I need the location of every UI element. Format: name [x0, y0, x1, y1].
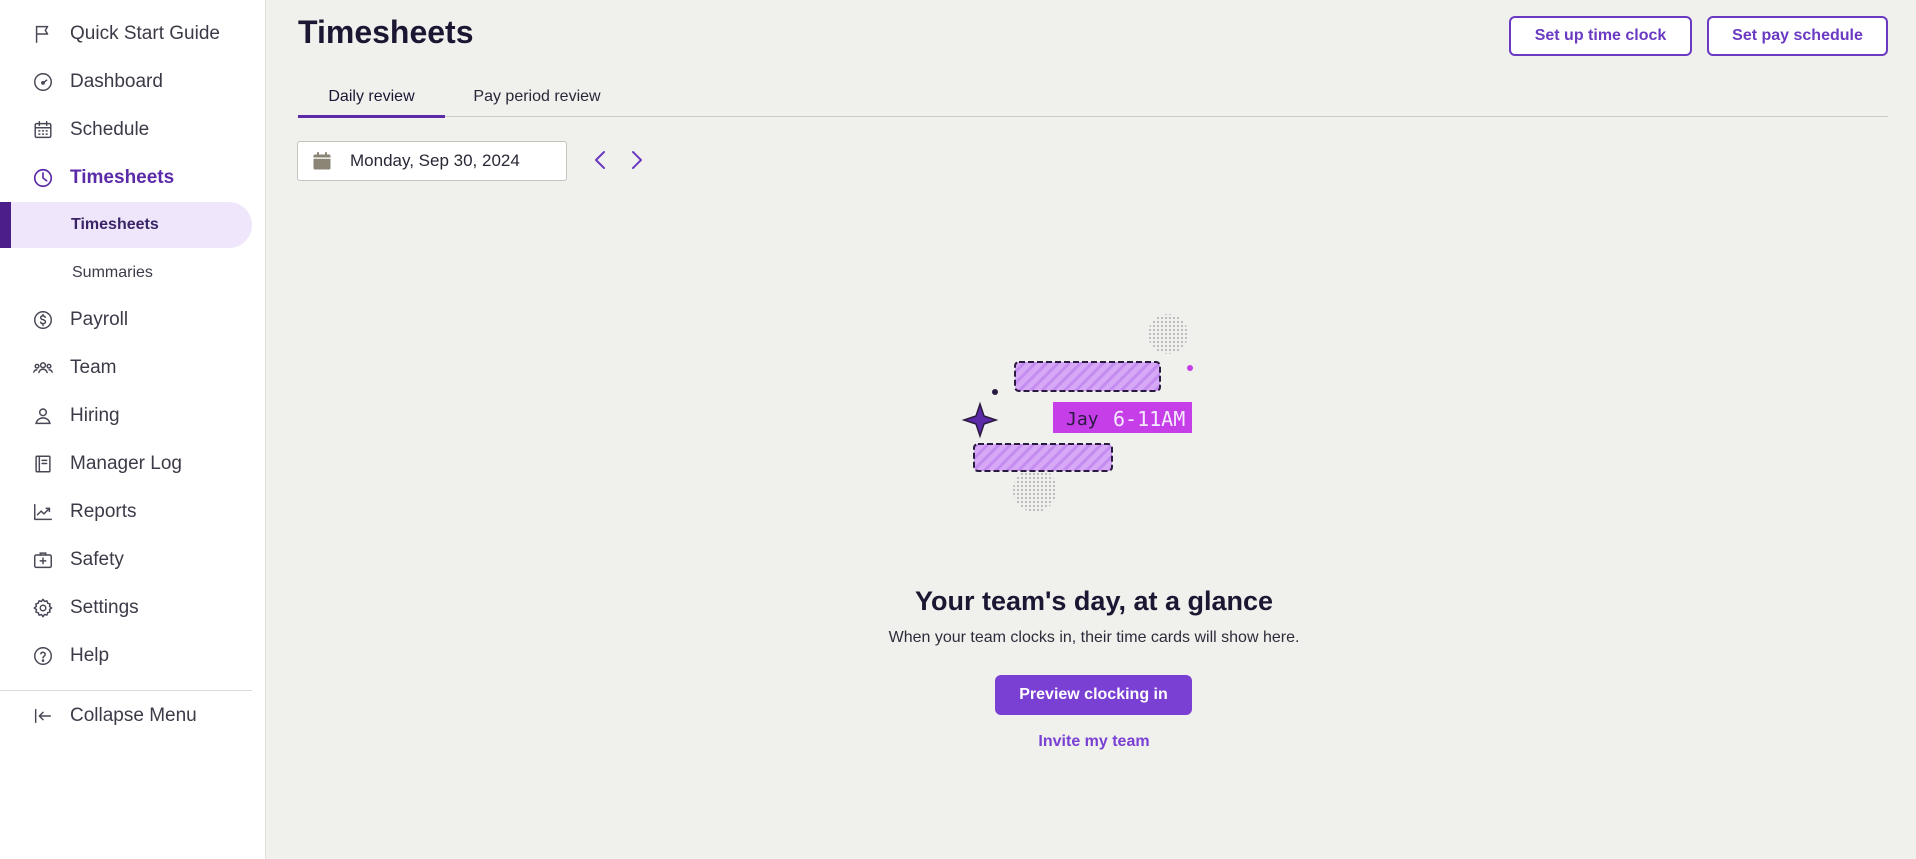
sidebar-subitem-summaries[interactable]: Summaries	[0, 250, 252, 296]
sidebar-subitem-label: Summaries	[72, 264, 153, 281]
sidebar-item-payroll[interactable]: Payroll	[0, 297, 252, 343]
set-up-time-clock-button[interactable]: Set up time clock	[1509, 16, 1692, 56]
person-icon	[32, 405, 54, 427]
clock-icon	[32, 167, 54, 189]
first-aid-icon	[32, 549, 54, 571]
previous-day-button[interactable]	[588, 146, 614, 174]
chevron-left-icon	[595, 151, 605, 169]
calendar-icon	[32, 119, 54, 141]
sidebar-subitem-label: Timesheets	[71, 216, 159, 233]
dollar-circle-icon	[32, 309, 54, 331]
sidebar-item-label: Schedule	[70, 119, 150, 140]
empty-state-illustration: Jay 6-11AM	[961, 314, 1193, 512]
date-picker[interactable]: Monday, Sep 30, 2024	[297, 141, 567, 181]
tab-bar: Daily review Pay period review	[298, 76, 1888, 118]
team-icon	[32, 357, 54, 379]
dot-decoration	[1187, 365, 1193, 371]
next-day-button[interactable]	[623, 146, 649, 174]
calendar-icon	[312, 151, 332, 171]
dotted-circle-decoration	[1148, 314, 1188, 354]
dotted-circle-decoration	[1013, 468, 1057, 512]
sidebar-subitem-timesheets[interactable]: Timesheets	[0, 202, 252, 248]
sidebar-item-label: Team	[70, 357, 117, 378]
sidebar-item-safety[interactable]: Safety	[0, 537, 252, 583]
invite-my-team-link[interactable]: Invite my team	[0, 733, 1916, 751]
sidebar: Quick Start Guide Dashboard Schedule Tim…	[0, 0, 266, 859]
flag-icon	[32, 23, 54, 45]
sidebar-item-team[interactable]: Team	[0, 345, 252, 391]
sidebar-item-schedule[interactable]: Schedule	[0, 107, 252, 153]
dot-decoration	[992, 389, 998, 395]
sidebar-divider	[0, 690, 252, 691]
sparkle-icon	[961, 401, 999, 439]
tab-pay-period-review[interactable]: Pay period review	[463, 76, 611, 117]
chart-line-icon	[32, 501, 54, 523]
empty-state-title: Your team's day, at a glance	[914, 586, 1274, 616]
sidebar-item-hiring[interactable]: Hiring	[0, 393, 252, 439]
gauge-icon	[32, 71, 54, 93]
date-value: Monday, Sep 30, 2024	[350, 151, 520, 170]
set-pay-schedule-button[interactable]: Set pay schedule	[1707, 16, 1888, 56]
sidebar-item-label: Safety	[70, 549, 124, 570]
sidebar-item-label: Reports	[70, 501, 137, 522]
collapse-menu-label: Collapse Menu	[70, 705, 197, 726]
help-circle-icon	[32, 645, 54, 667]
sidebar-item-dashboard[interactable]: Dashboard	[0, 59, 252, 105]
sidebar-item-label: Payroll	[70, 309, 129, 330]
sidebar-item-label: Hiring	[70, 405, 120, 426]
sidebar-item-label: Quick Start Guide	[70, 23, 220, 44]
sidebar-item-label: Timesheets	[70, 167, 175, 188]
notebook-icon	[32, 453, 54, 475]
collapse-left-icon	[32, 705, 54, 727]
sidebar-item-label: Help	[70, 645, 110, 666]
sidebar-item-reports[interactable]: Reports	[0, 489, 252, 535]
shift-bar-placeholder	[1014, 361, 1161, 392]
sidebar-item-quick-start-guide[interactable]: Quick Start Guide	[0, 11, 252, 57]
preview-clocking-in-button[interactable]: Preview clocking in	[995, 675, 1192, 715]
tab-daily-review[interactable]: Daily review	[298, 76, 445, 118]
chevron-right-icon	[632, 151, 642, 169]
shift-time-text: 6-11AM	[1113, 407, 1185, 431]
page-title: Timesheets	[298, 14, 474, 50]
sidebar-item-label: Manager Log	[70, 453, 182, 474]
sidebar-item-timesheets[interactable]: Timesheets	[0, 155, 252, 201]
shift-bar-placeholder	[973, 443, 1113, 472]
empty-state-subtitle: When your team clocks in, their time car…	[888, 629, 1300, 646]
sidebar-item-label: Dashboard	[70, 71, 163, 92]
shift-name-text: Jay	[1066, 409, 1099, 430]
sidebar-item-manager-log[interactable]: Manager Log	[0, 441, 252, 487]
